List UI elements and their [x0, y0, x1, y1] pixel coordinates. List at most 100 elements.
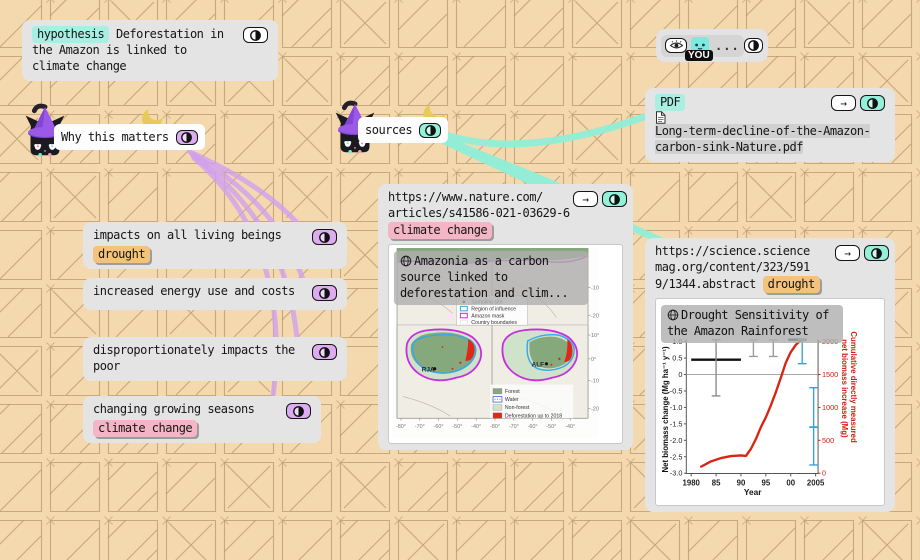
- web-source-card-science[interactable]: → https://science.science​mag.org/conten…: [645, 238, 895, 512]
- presence-bar: ... YOU: [656, 29, 768, 62]
- svg-text:Non-forest: Non-forest: [505, 405, 530, 411]
- svg-text:Net biomass change (Mg ha⁻¹ y⁻: Net biomass change (Mg ha⁻¹ y⁻¹): [661, 346, 670, 473]
- arrow-right-icon: →: [582, 194, 589, 205]
- tag-drought[interactable]: drought: [93, 246, 150, 263]
- more-users-ellipsis[interactable]: ...: [715, 39, 740, 53]
- note-text: impacts on all living beings: [93, 228, 281, 242]
- tag-climate-change[interactable]: climate change: [388, 222, 492, 239]
- svg-text:Country boundaries: Country boundaries: [471, 320, 517, 326]
- svg-text:0°: 0°: [591, 357, 596, 363]
- svg-text:-70°: -70°: [415, 424, 425, 430]
- preview-title: Drought Sensitivity of the Amazon Rainfo…: [667, 308, 829, 338]
- half-moon-toggle-icon: [870, 247, 883, 260]
- visibility-button[interactable]: [665, 38, 687, 53]
- tag-hypothesis[interactable]: hypothesis: [32, 26, 109, 43]
- svg-text:0: 0: [678, 370, 682, 379]
- svg-text:1980: 1980: [683, 478, 701, 487]
- note-text: increased energy use and costs: [93, 284, 295, 298]
- science-preview-image[interactable]: Drought Sensitivity of the Amazon Rainfo…: [655, 298, 885, 506]
- card-buttons: →: [831, 95, 885, 111]
- collapse-toggle-button[interactable]: [864, 245, 889, 261]
- globe-icon: [667, 309, 679, 321]
- collapse-toggle-button[interactable]: [419, 123, 441, 138]
- collapse-toggle-button[interactable]: [312, 344, 337, 360]
- collapse-toggle-button[interactable]: [312, 229, 337, 245]
- svg-text:Deforestation up to 2018: Deforestation up to 2018: [505, 413, 562, 419]
- collapse-toggle-button[interactable]: [860, 95, 885, 111]
- half-moon-toggle-icon: [318, 231, 331, 244]
- svg-text:85: 85: [712, 478, 721, 487]
- svg-text:-3.0: -3.0: [670, 469, 683, 478]
- note-card-poor[interactable]: disproportionately impacts the poor: [83, 337, 347, 381]
- collapse-toggle-button[interactable]: [176, 130, 198, 145]
- half-moon-toggle-icon: [318, 287, 331, 300]
- svg-text:Cumulative directly measured: Cumulative directly measured: [849, 331, 858, 443]
- note-text: changing growing seasons: [93, 402, 254, 416]
- half-moon-toggle-icon: [180, 131, 193, 144]
- svg-text:0: 0: [822, 469, 826, 478]
- document-icon: [655, 111, 666, 124]
- nature-preview-image[interactable]: Amazonia as a carbon source linked to de…: [388, 244, 623, 444]
- tag-pdf[interactable]: PDF: [655, 94, 685, 111]
- node-sources[interactable]: sources: [358, 117, 448, 143]
- svg-text:-20°: -20°: [591, 313, 599, 319]
- pdf-filename[interactable]: Long-term-decline-of-the-Amazon-carbon-s…: [655, 124, 870, 154]
- eye-icon: [669, 40, 684, 51]
- node-label: Why this matters: [61, 130, 169, 144]
- svg-text:-0.5: -0.5: [670, 386, 683, 395]
- arrow-right-icon: →: [844, 248, 851, 259]
- card-buttons: →: [573, 191, 627, 207]
- open-link-button[interactable]: →: [573, 191, 598, 207]
- svg-text:-10°: -10°: [591, 285, 599, 291]
- svg-text:-50°: -50°: [452, 424, 462, 430]
- tag-drought[interactable]: drought: [763, 276, 820, 293]
- preview-title-overlay: Amazonia as a carbon source linked to de…: [394, 251, 588, 305]
- svg-text:0.5: 0.5: [672, 354, 682, 363]
- svg-text:Amazon mask: Amazon mask: [471, 313, 505, 319]
- svg-text:-2.0: -2.0: [670, 436, 683, 445]
- svg-text:-40°: -40°: [565, 424, 575, 430]
- svg-text:-80°: -80°: [396, 424, 406, 430]
- svg-text:500: 500: [822, 436, 834, 445]
- svg-text:90: 90: [737, 478, 746, 487]
- nature-url[interactable]: https://www.nature.com/​articles/s41586-…: [388, 190, 570, 220]
- pdf-source-card[interactable]: → PDF Long-term-decline-of-the-Amazon-ca…: [645, 88, 895, 162]
- note-card-impacts[interactable]: impacts on all living beings drought: [83, 222, 347, 269]
- svg-text:Forest: Forest: [505, 389, 520, 395]
- canvas[interactable]: hypothesis Deforestation in the Amazon i…: [0, 0, 920, 560]
- svg-text:10°: 10°: [591, 333, 599, 339]
- note-text: disproportionately impacts the poor: [93, 343, 295, 373]
- svg-text:-40°: -40°: [471, 424, 481, 430]
- preview-title-overlay: Drought Sensitivity of the Amazon Rainfo…: [661, 305, 843, 343]
- you-presence-badge: YOU: [685, 50, 713, 61]
- note-card-seasons[interactable]: changing growing seasons climate change: [83, 396, 321, 443]
- svg-text:-1.0: -1.0: [670, 403, 683, 412]
- collapse-toggle-button[interactable]: [243, 27, 268, 43]
- svg-text:2005: 2005: [807, 478, 825, 487]
- tag-climate-change[interactable]: climate change: [93, 420, 197, 437]
- svg-text:-20°: -20°: [591, 406, 599, 412]
- half-moon-toggle-icon: [866, 97, 879, 110]
- card-buttons: →: [835, 245, 889, 261]
- svg-text:-10°: -10°: [591, 378, 599, 384]
- collapse-toggle-button[interactable]: [602, 191, 627, 207]
- web-source-card-nature[interactable]: → https://www.nature.com/​articles/s4158…: [378, 184, 633, 450]
- half-moon-toggle-icon: [292, 405, 305, 418]
- collapse-toggle-button[interactable]: [744, 38, 763, 53]
- preview-title: Amazonia as a carbon source linked to de…: [400, 254, 568, 300]
- half-moon-toggle-icon: [424, 124, 437, 137]
- svg-text:1500: 1500: [822, 370, 838, 379]
- svg-text:-60°: -60°: [434, 424, 444, 430]
- half-moon-toggle-icon: [608, 193, 621, 206]
- half-moon-toggle-icon: [249, 29, 262, 42]
- node-why-this-matters[interactable]: Why this matters: [54, 124, 205, 150]
- open-link-button[interactable]: →: [835, 245, 860, 261]
- half-moon-toggle-icon: [747, 39, 760, 52]
- open-link-button[interactable]: →: [831, 95, 856, 111]
- svg-text:Region of influence: Region of influence: [471, 306, 516, 312]
- collapse-toggle-button[interactable]: [312, 285, 337, 301]
- hypothesis-card[interactable]: hypothesis Deforestation in the Amazon i…: [22, 20, 278, 81]
- note-card-energy[interactable]: increased energy use and costs: [83, 278, 347, 310]
- svg-text:ALF: ALF: [532, 362, 545, 369]
- collapse-toggle-button[interactable]: [286, 403, 311, 419]
